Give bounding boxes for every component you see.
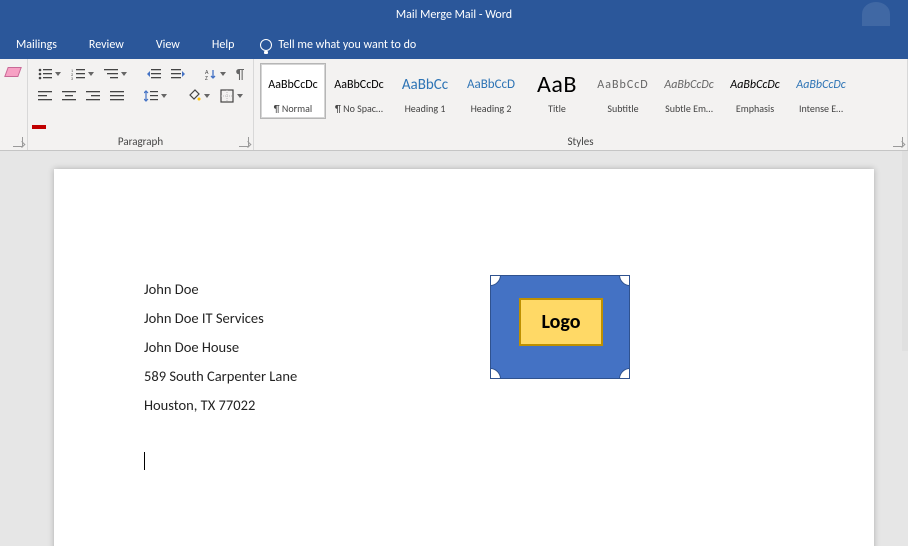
paint-bucket-icon [187,89,201,103]
align-center-button[interactable] [60,88,78,104]
tell-me-label: Tell me what you want to do [278,38,416,52]
numbering-button[interactable]: 123 [69,66,96,82]
style-name-label: Subtle Em… [665,102,713,115]
style-name-label: ¶ Normal [274,102,312,115]
style-sample: AaBbCcD [597,70,648,100]
address-line[interactable]: John Doe IT Services [144,308,784,329]
tell-me-search[interactable]: Tell me what you want to do [260,38,416,52]
account-icon[interactable] [862,2,890,26]
borders-icon [220,89,234,103]
sort-button[interactable]: AZ [203,66,228,82]
multilevel-icon [104,68,118,80]
document-viewport[interactable]: John Doe John Doe IT Services John Doe Hou… [0,151,908,546]
scrollbar-thumb[interactable] [902,151,908,351]
style-card-title[interactable]: AaB Title [524,63,590,119]
plaque-notch [619,368,629,378]
tab-view[interactable]: View [150,38,186,52]
style-name-label: Subtitle [607,102,638,115]
style-card-subtle-em-[interactable]: AaBbCcDc Subtle Em… [656,63,722,119]
paragraph-group-label: Paragraph [28,135,253,148]
align-center-icon [62,90,76,102]
lightbulb-icon [260,39,272,51]
font-dialog-launcher[interactable] [13,137,23,147]
address-line[interactable]: 589 South Carpenter Lane [144,366,784,387]
align-right-button[interactable] [84,88,102,104]
logo-text: Logo [542,310,581,334]
indent-icon [171,68,185,80]
tab-mailings[interactable]: Mailings [10,38,63,52]
address-line[interactable]: Houston, TX 77022 [144,395,784,416]
style-card-intense-e-[interactable]: AaBbCcDc Intense E… [788,63,854,119]
style-card--normal[interactable]: AaBbCcDc ¶ Normal [260,63,326,119]
paragraph-dialog-launcher[interactable] [239,137,249,147]
increase-indent-button[interactable] [169,66,187,82]
bullets-button[interactable] [36,66,63,82]
ribbon-group-paragraph: 123 AZ ¶ [28,59,254,150]
style-card-emphasis[interactable]: AaBbCcDc Emphasis [722,63,788,119]
svg-text:¶: ¶ [236,67,244,81]
style-sample: AaBbCcDc [334,70,383,100]
outdent-icon [147,68,161,80]
style-name-label: Heading 1 [405,102,446,115]
address-line[interactable]: John Doe [144,279,784,300]
styles-gallery[interactable]: AaBbCcDc¶ NormalAaBbCcDc¶ No Spac…AaBbCc… [260,63,901,119]
logo-text-box[interactable]: Logo [519,298,603,346]
styles-group-label: Styles [254,135,907,148]
style-sample: AaBbCcDc [730,70,779,100]
align-right-icon [86,90,100,102]
vertical-scrollbar[interactable] [902,151,908,546]
shading-button[interactable] [185,87,212,105]
show-hide-marks-button[interactable]: ¶ [234,65,250,83]
logo-shape-group[interactable]: Logo [490,275,630,379]
window-title: Mail Merge Mail - Word [396,8,512,22]
address-line[interactable]: John Doe House [144,337,784,358]
multilevel-list-button[interactable] [102,66,129,82]
style-name-label: Heading 2 [471,102,512,115]
bullets-icon [38,68,52,80]
svg-text:Z: Z [205,74,208,80]
line-spacing-button[interactable] [142,87,169,105]
style-name-label: ¶ No Spac… [335,102,383,115]
borders-button[interactable] [218,87,245,105]
plaque-shape[interactable]: Logo [490,275,630,379]
style-card-subtitle[interactable]: AaBbCcD Subtitle [590,63,656,119]
ribbon-group-font-partial [0,59,28,150]
style-sample: AaBbCcDc [664,70,713,100]
style-name-label: Title [548,102,566,115]
justify-icon [110,90,124,102]
style-sample: AaBbCcDc [796,70,845,100]
style-card-heading-1[interactable]: AaBbCc Heading 1 [392,63,458,119]
tab-help[interactable]: Help [206,38,241,52]
menu-tabs: Mailings Review View Help Tell me what y… [0,30,908,59]
line-spacing-icon [144,89,158,103]
style-sample: AaB [537,70,577,100]
title-bar: Mail Merge Mail - Word [0,0,908,30]
svg-text:3: 3 [71,77,73,80]
style-name-label: Intense E… [799,102,843,115]
align-left-button[interactable] [36,88,54,104]
ribbon: 123 AZ ¶ [0,59,908,151]
style-sample: AaBbCcDc [268,70,317,100]
pilcrow-icon: ¶ [236,67,248,81]
tab-review[interactable]: Review [83,38,130,52]
style-card-heading-2[interactable]: AaBbCcD Heading 2 [458,63,524,119]
style-sample: AaBbCcD [467,70,515,100]
ribbon-group-styles: AaBbCcDc¶ NormalAaBbCcDc¶ No Spac…AaBbCc… [254,59,908,150]
clear-formatting-button[interactable] [4,67,22,77]
document-page[interactable]: John Doe John Doe IT Services John Doe Hou… [54,169,874,546]
style-card--no-spac-[interactable]: AaBbCcDc ¶ No Spac… [326,63,392,119]
style-name-label: Emphasis [736,102,774,115]
justify-button[interactable] [108,88,126,104]
style-sample: AaBbCc [402,70,448,100]
address-block[interactable]: John Doe John Doe IT Services John Doe Hou… [144,279,784,416]
sort-icon: AZ [205,68,217,80]
plaque-notch [491,276,501,286]
styles-dialog-launcher[interactable] [893,137,903,147]
plaque-notch [619,276,629,286]
decrease-indent-button[interactable] [145,66,163,82]
plaque-notch [491,368,501,378]
numbering-icon: 123 [71,68,85,80]
text-cursor [144,452,145,470]
align-left-icon [38,90,52,102]
